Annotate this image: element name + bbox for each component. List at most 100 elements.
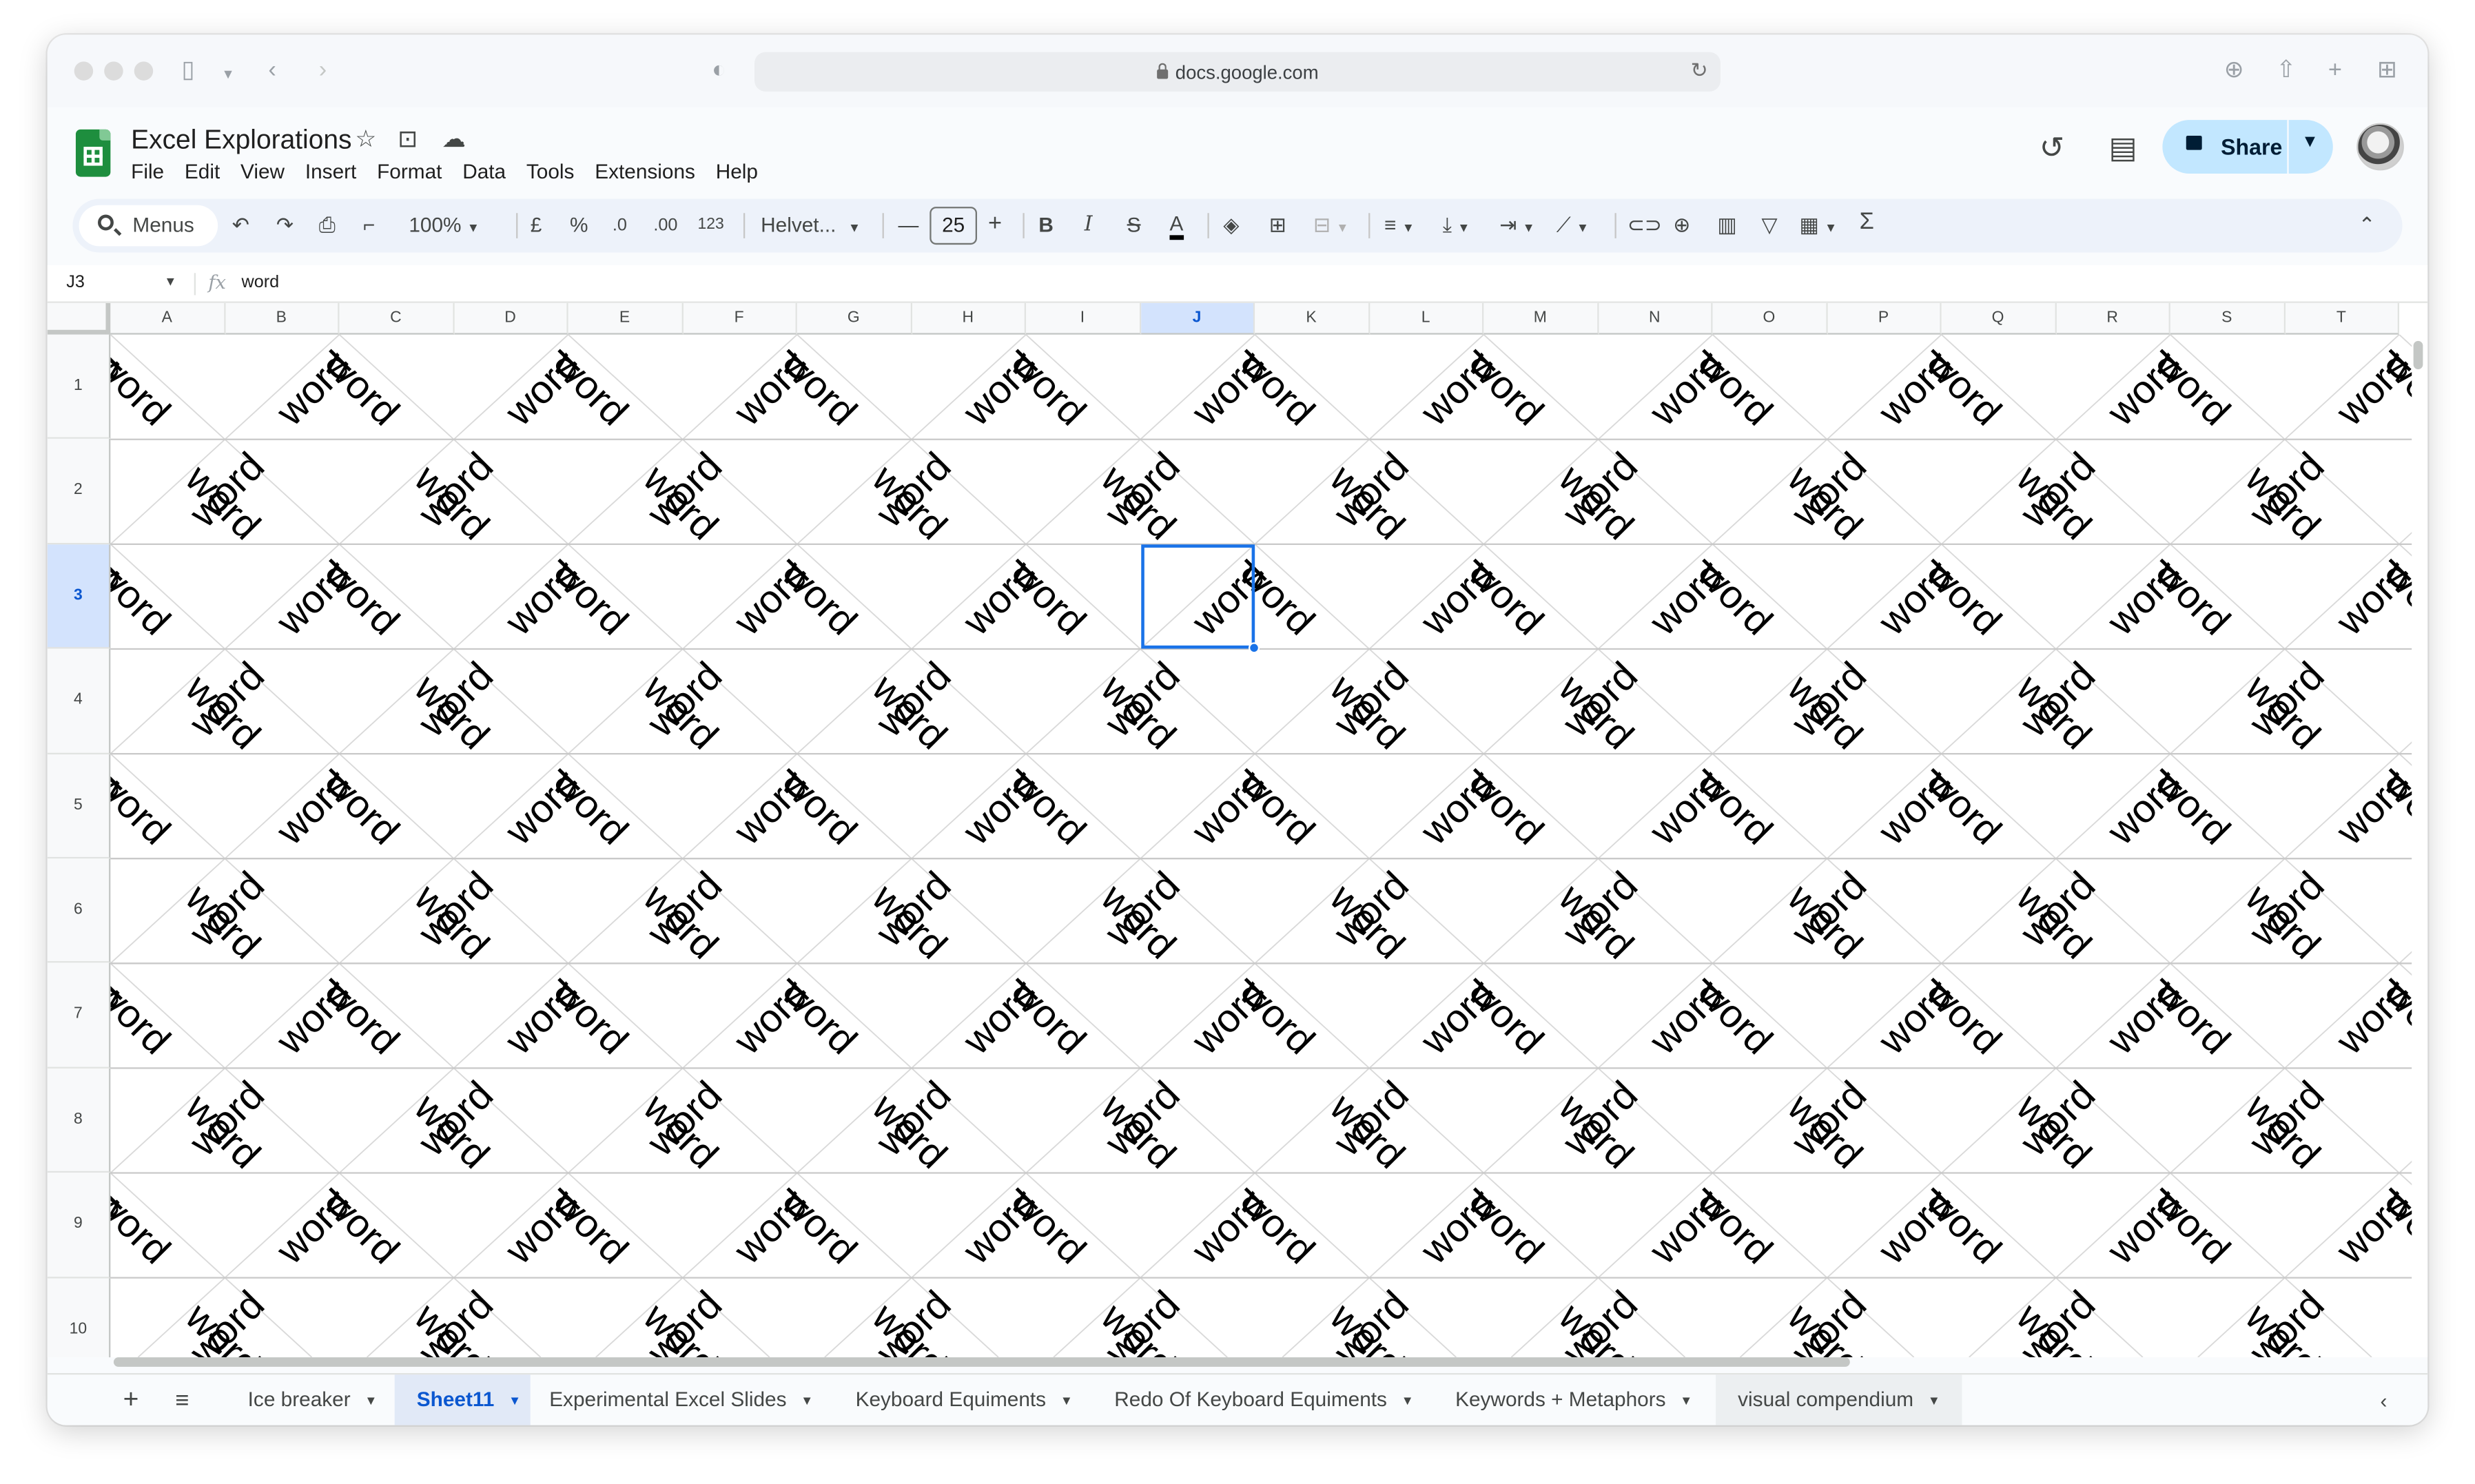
insert-link-icon[interactable]: ⊂⊃ [1627,212,1662,240]
back-icon[interactable]: ‹ [268,56,276,85]
number-format-button[interactable]: 123 [698,212,724,240]
text-color-button[interactable]: A [1169,212,1184,240]
column-header-i[interactable]: I [1026,302,1141,335]
row-header-8[interactable]: 8 [47,1068,111,1173]
menu-data[interactable]: Data [462,159,506,183]
insert-chart-icon[interactable]: ▥ [1717,212,1736,240]
column-header-n[interactable]: N [1598,302,1713,335]
column-header-a[interactable]: A [110,302,225,335]
text-wrapping-icon[interactable]: ⇥ ▼ [1499,212,1534,243]
column-header-f[interactable]: F [682,302,797,335]
tab-redo-of-keyboard-equiments[interactable]: Redo Of Keyboard Equiments ▼ [1092,1374,1413,1425]
document-title[interactable]: Excel Explorations [131,125,351,156]
add-sheet-icon[interactable]: + [123,1384,139,1416]
decrease-font-size-icon[interactable]: — [898,212,918,240]
column-header-h[interactable]: H [911,302,1027,335]
formula-input[interactable]: word [241,273,279,291]
comments-icon[interactable]: ▤ [2109,131,2137,167]
tab-sheet11[interactable]: Sheet11 ▼ [394,1374,531,1425]
tab-menu-icon[interactable]: ▼ [1928,1394,1940,1408]
column-header-r[interactable]: R [2055,302,2170,335]
row-header-7[interactable]: 7 [47,963,111,1069]
search-menus-input[interactable]: Menus [79,205,218,247]
share-page-icon[interactable]: ⇧ [2276,56,2296,85]
functions-button[interactable]: Σ [1860,208,1874,236]
privacy-shield-icon[interactable]: ◐ [712,56,726,85]
tab-ice-breaker[interactable]: Ice breaker ▼ [226,1374,378,1425]
downloads-icon[interactable]: ⊕ [2224,56,2244,85]
row-header-5[interactable]: 5 [47,754,111,859]
column-header-m[interactable]: M [1483,302,1599,335]
spreadsheet-grid[interactable]: ABCDEFGHIJKLMNOPQRST 1 2 3 4 5 6 7 8 9 10 word wor… [47,302,2428,1358]
create-filter-icon[interactable]: ▽ [1762,212,1778,240]
row-header-10[interactable]: 10 [47,1277,111,1358]
column-header-t[interactable]: T [2284,302,2400,335]
strikethrough-button[interactable]: S [1127,212,1141,240]
row-header-3[interactable]: 3 [47,544,111,649]
italic-button[interactable]: I [1085,212,1093,240]
menu-view[interactable]: View [240,159,285,183]
tab-menu-icon[interactable]: ▼ [509,1394,521,1408]
row-header-2[interactable]: 2 [47,439,111,544]
scroll-tabs-left-icon[interactable]: ‹ [2381,1389,2387,1412]
column-header-d[interactable]: D [453,302,568,335]
row-header-1[interactable]: 1 [47,334,111,440]
avatar[interactable] [2356,123,2404,171]
bold-button[interactable]: B [1038,212,1054,240]
zoom-select[interactable]: 100% ▼ [409,212,480,243]
minimize-window-button[interactable] [104,61,123,81]
fill-color-icon[interactable]: ◈ [1223,212,1239,240]
insert-comment-icon[interactable]: ⊕ [1673,212,1690,240]
share-dropdown-icon[interactable]: ▼ [2301,132,2319,151]
sheets-logo-icon[interactable] [75,129,111,177]
menu-format[interactable]: Format [377,159,442,183]
tab-menu-icon[interactable]: ▼ [1680,1394,1692,1408]
tab-visual-compendium[interactable]: visual compendium ▼ [1716,1374,1962,1425]
text-rotation-icon[interactable]: ⟋ ▼ [1557,212,1589,243]
column-header-e[interactable]: E [568,302,683,335]
name-box-dropdown-icon[interactable]: ▼ [164,275,176,289]
undo-icon[interactable]: ↶ [232,212,249,240]
column-header-b[interactable]: B [225,302,340,335]
column-header-c[interactable]: C [339,302,454,335]
horizontal-align-icon[interactable]: ≡ ▼ [1384,212,1415,243]
reload-icon[interactable]: ↻ [1691,59,1708,84]
tab-experimental-excel-slides[interactable]: Experimental Excel Slides ▼ [527,1374,813,1425]
column-header-j[interactable]: J [1140,302,1255,335]
menu-edit[interactable]: Edit [185,159,220,183]
redo-icon[interactable]: ↷ [276,212,294,240]
increase-font-size-icon[interactable]: + [988,210,1002,238]
column-header-q[interactable]: Q [1941,302,2056,335]
forward-icon[interactable]: › [319,56,327,85]
vertical-scrollbar[interactable] [2412,335,2424,1345]
star-icon[interactable]: ☆ [355,125,376,153]
tab-keyboard-equiments[interactable]: Keyboard Equiments ▼ [834,1374,1073,1425]
column-header-l[interactable]: L [1369,302,1484,335]
table-view-icon[interactable]: ▦ ▼ [1800,212,1838,243]
currency-format-button[interactable]: £ [531,212,542,240]
column-header-g[interactable]: G [797,302,912,335]
collapse-toolbar-icon[interactable]: ⌃ [2358,212,2375,240]
vertical-align-icon[interactable]: ⤓ ▼ [1443,212,1470,243]
column-header-o[interactable]: O [1712,302,1827,335]
row-header-9[interactable]: 9 [47,1173,111,1278]
row-header-6[interactable]: 6 [47,858,111,964]
close-window-button[interactable] [74,61,94,81]
name-box[interactable]: J3 [66,273,85,291]
cloud-status-icon[interactable]: ☁ [442,125,465,153]
font-size-input[interactable]: 25 [930,207,978,245]
move-folder-icon[interactable]: ⊡ [398,125,418,153]
menu-tools[interactable]: Tools [526,159,575,183]
print-icon[interactable]: ⎙ [319,212,336,240]
column-header-s[interactable]: S [2170,302,2285,335]
menu-help[interactable]: Help [716,159,758,183]
zoom-window-button[interactable] [134,61,154,81]
borders-icon[interactable]: ⊞ [1269,212,1286,240]
tab-menu-icon[interactable]: ▼ [1060,1394,1073,1408]
select-all-corner[interactable] [47,302,111,335]
tab-menu-icon[interactable]: ▼ [364,1394,377,1408]
address-bar[interactable]: docs.google.com ↻ [754,52,1721,92]
paint-format-icon[interactable]: ⌐ [363,212,375,240]
decrease-decimal-button[interactable]: .0 [613,212,627,240]
column-header-k[interactable]: K [1255,302,1370,335]
